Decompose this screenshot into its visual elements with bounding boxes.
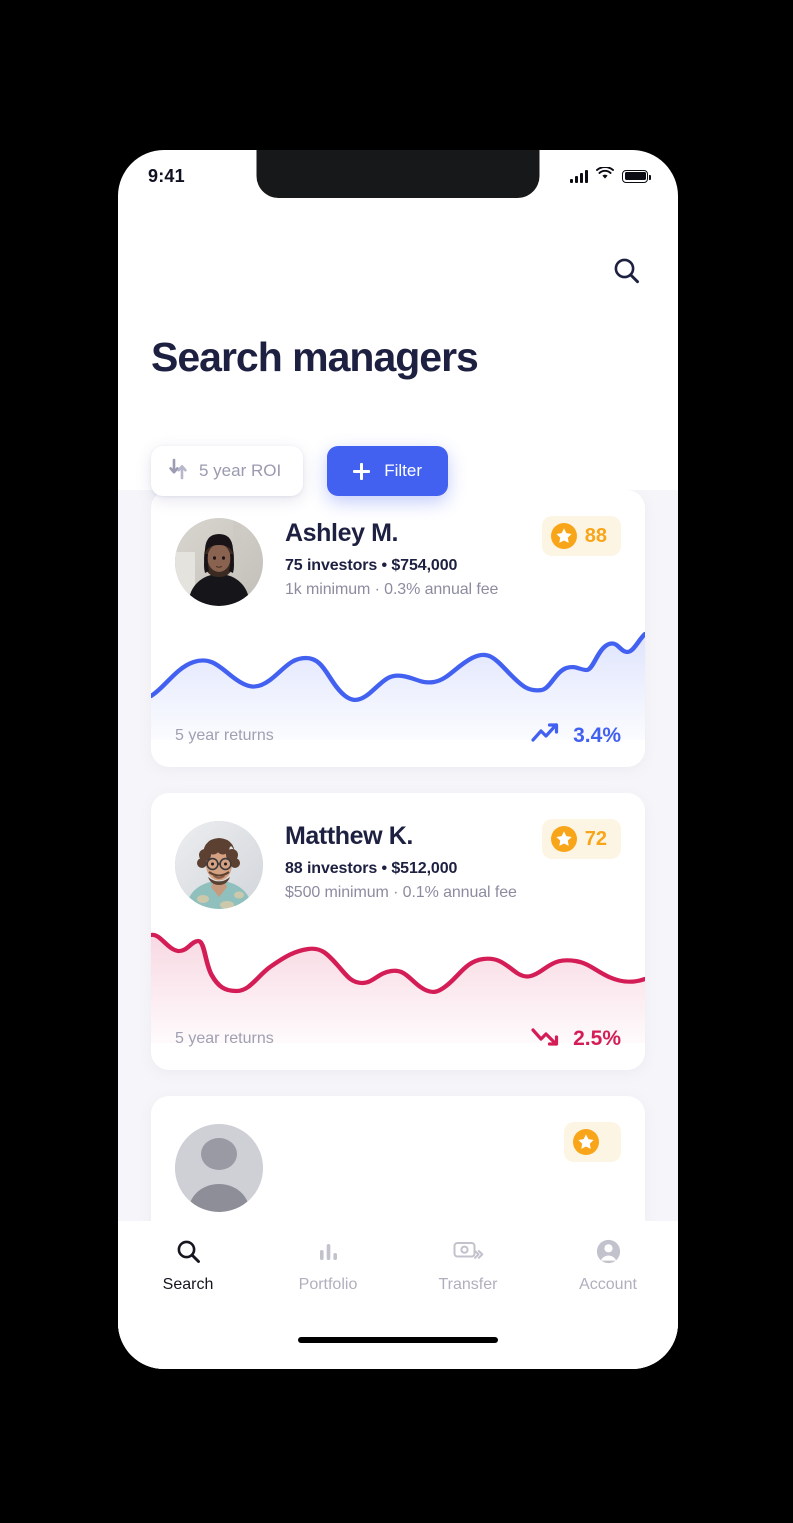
tab-transfer[interactable]: Transfer <box>398 1237 538 1294</box>
avatar <box>175 1124 263 1212</box>
manager-terms: 1k minimum · 0.3% annual fee <box>285 580 499 598</box>
status-badge: 88 <box>541 516 621 556</box>
change-value: 3.4% <box>573 723 621 747</box>
manager-terms: $500 minimum · 0.1% annual fee <box>285 883 517 901</box>
manager-info: Matthew K. 88 investors • $512,000 $500 … <box>285 821 517 909</box>
manager-card-header: Ashley M. 75 investors • $754,000 1k min… <box>151 490 645 606</box>
rating-value: 72 <box>584 827 607 850</box>
filter-row: 5 year ROI Filter <box>151 446 448 496</box>
avatar <box>175 821 263 909</box>
tab-portfolio[interactable]: Portfolio <box>258 1237 398 1294</box>
sort-arrows-icon <box>167 457 189 486</box>
star-icon <box>573 1129 599 1155</box>
status-badge: 72 <box>541 819 621 859</box>
search-icon[interactable] <box>610 254 644 288</box>
cellular-bars-icon <box>570 169 588 183</box>
filter-button[interactable]: Filter <box>327 446 448 496</box>
search-icon <box>175 1237 202 1265</box>
page-title: Search managers <box>151 334 479 380</box>
chart-footer: 5 year returns 2.5% <box>151 1025 645 1070</box>
tab-account[interactable]: Account <box>538 1237 678 1294</box>
status-bar: 9:41 <box>118 150 678 198</box>
manager-stats: 88 investors • $512,000 <box>285 859 458 877</box>
manager-info: Ashley M. 75 investors • $754,000 1k min… <box>285 518 498 606</box>
sort-chip[interactable]: 5 year ROI <box>151 446 304 496</box>
manager-card[interactable]: Matthew K. 88 investors • $512,000 $500 … <box>151 793 645 1070</box>
sort-chip-label: 5 year ROI <box>199 461 282 480</box>
wifi-icon <box>596 166 614 185</box>
person-icon <box>595 1237 622 1265</box>
battery-full-icon <box>622 169 651 183</box>
chart-caption: 5 year returns <box>175 1029 274 1047</box>
chart-footer: 5 year returns 3.4% <box>151 722 645 767</box>
avatar <box>175 518 263 606</box>
chart-caption: 5 year returns <box>175 726 274 744</box>
trend-down-icon <box>531 1025 561 1052</box>
tab-label: Transfer <box>438 1276 498 1293</box>
status-badge <box>564 1122 621 1162</box>
manager-card[interactable]: Ashley M. 75 investors • $754,000 1k min… <box>151 490 645 767</box>
star-icon <box>550 523 577 549</box>
status-clock: 9:41 <box>148 165 185 186</box>
manager-card-header <box>151 1096 645 1212</box>
filter-button-label: Filter <box>384 461 422 480</box>
manager-name: Ashley M. <box>285 519 399 547</box>
status-icons <box>570 166 651 185</box>
bar-chart-icon <box>315 1237 342 1265</box>
home-indicator <box>298 1337 498 1343</box>
tab-search[interactable]: Search <box>118 1237 258 1294</box>
page-header: Search managers 5 year ROI Filter <box>118 198 678 496</box>
rating-value: 88 <box>584 524 607 547</box>
tab-label: Search <box>162 1276 214 1293</box>
transfer-icon <box>452 1237 484 1265</box>
plus-icon <box>353 462 371 480</box>
change-value: 2.5% <box>573 1026 621 1050</box>
tab-label: Portfolio <box>298 1276 358 1293</box>
star-icon <box>550 826 577 852</box>
bottom-tab-bar: Search Portfolio Transfer Account <box>118 1221 678 1369</box>
change-indicator: 2.5% <box>531 1025 621 1052</box>
trend-up-icon <box>531 722 561 749</box>
manager-name: Matthew K. <box>285 822 413 850</box>
change-indicator: 3.4% <box>531 722 621 749</box>
manager-card-header: Matthew K. 88 investors • $512,000 $500 … <box>151 793 645 909</box>
manager-stats: 75 investors • $754,000 <box>285 556 458 574</box>
tab-label: Account <box>579 1276 637 1293</box>
phone-frame: 9:41 Search managers 5 year ROI Filter A… <box>118 150 678 1369</box>
